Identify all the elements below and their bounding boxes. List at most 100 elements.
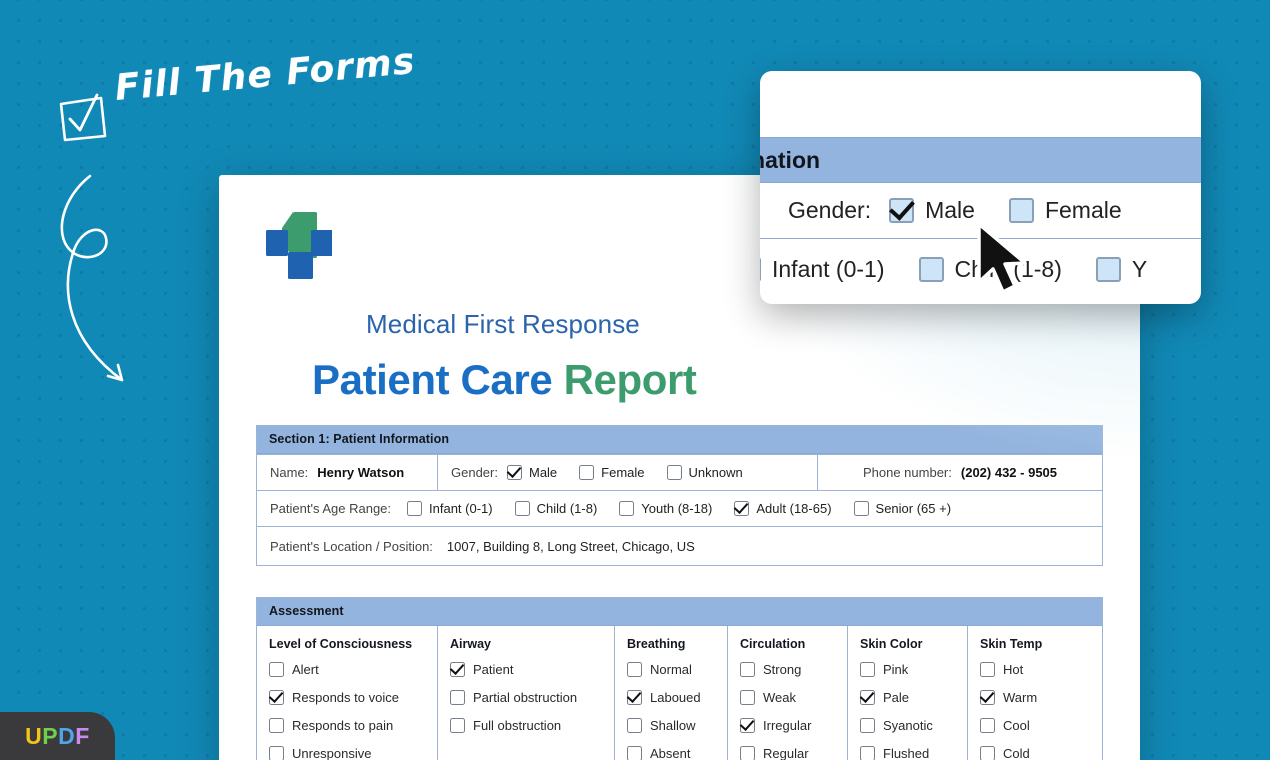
item-label: Shallow bbox=[650, 718, 696, 733]
magnified-age-child-checkbox[interactable] bbox=[918, 256, 944, 282]
age-youth-checkbox[interactable] bbox=[619, 501, 635, 516]
skin-color-pink-checkbox[interactable] bbox=[860, 662, 875, 677]
gender-female-checkbox[interactable] bbox=[579, 465, 595, 480]
circulation-strong-checkbox[interactable] bbox=[740, 662, 755, 677]
assessment-item[interactable]: Strong bbox=[740, 662, 835, 677]
loc-alert-checkbox[interactable] bbox=[269, 662, 284, 677]
assessment-item[interactable]: Pale bbox=[860, 690, 955, 705]
assessment-item[interactable]: Alert bbox=[269, 662, 425, 677]
breathing-laboued-checkbox[interactable] bbox=[627, 690, 642, 705]
loc-responds-pain-checkbox[interactable] bbox=[269, 718, 284, 733]
magnified-age-option-infant[interactable]: Infant (0-1) bbox=[760, 256, 885, 283]
loc-unresponsive-checkbox[interactable] bbox=[269, 746, 284, 760]
age-option-infant[interactable]: Infant (0-1) bbox=[407, 501, 493, 516]
assessment-item[interactable]: Warm bbox=[980, 690, 1090, 705]
magnified-gender-male-checkbox[interactable] bbox=[889, 198, 915, 223]
skin-color-pale-checkbox[interactable] bbox=[860, 690, 875, 705]
skin-color-flushed-checkbox[interactable] bbox=[860, 746, 875, 760]
page-title: Patient Care Report bbox=[312, 356, 697, 404]
airway-full-obstruction-checkbox[interactable] bbox=[450, 718, 465, 733]
gender-option-unknown[interactable]: Unknown bbox=[666, 465, 743, 480]
assessment-item[interactable]: Irregular bbox=[740, 718, 835, 733]
skin-temp-cold-checkbox[interactable] bbox=[980, 746, 995, 760]
page-title-part1: Patient Care bbox=[312, 356, 564, 403]
item-label: Syanotic bbox=[883, 718, 933, 733]
location-value: 1007, Building 8, Long Street, Chicago, … bbox=[446, 538, 695, 554]
assessment-item[interactable]: Absent bbox=[627, 746, 715, 760]
age-option-senior[interactable]: Senior (65 +) bbox=[853, 501, 951, 516]
loc-responds-voice-checkbox[interactable] bbox=[269, 690, 284, 705]
age-option-adult[interactable]: Adult (18-65) bbox=[734, 501, 832, 516]
col-title: Skin Color bbox=[860, 637, 923, 651]
gender-field: Gender: Male Female Unknown bbox=[437, 455, 817, 490]
assessment-item[interactable]: Normal bbox=[627, 662, 715, 677]
assessment-item[interactable]: Full obstruction bbox=[450, 718, 602, 733]
age-option-youth[interactable]: Youth (8-18) bbox=[619, 501, 712, 516]
magnified-age-infant-checkbox[interactable] bbox=[760, 256, 761, 282]
location-field[interactable]: Patient's Location / Position: 1007, Bui… bbox=[257, 527, 1102, 565]
assessment-item[interactable]: Shallow bbox=[627, 718, 715, 733]
circulation-irregular-checkbox[interactable] bbox=[740, 718, 755, 733]
phone-value: (202) 432 - 9505 bbox=[960, 465, 1058, 480]
phone-label: Phone number: bbox=[862, 465, 952, 480]
item-label: Patient bbox=[473, 662, 514, 677]
breathing-absent-checkbox[interactable] bbox=[627, 746, 642, 760]
age-child-checkbox[interactable] bbox=[514, 501, 530, 516]
age-infant-checkbox[interactable] bbox=[407, 501, 423, 516]
item-label: Absent bbox=[650, 746, 691, 760]
magnified-age-youth-checkbox[interactable] bbox=[1095, 256, 1121, 282]
skin-temp-hot-checkbox[interactable] bbox=[980, 662, 995, 677]
item-label: Full obstruction bbox=[473, 718, 562, 733]
breathing-shallow-checkbox[interactable] bbox=[627, 718, 642, 733]
age-youth-label: Youth (8-18) bbox=[641, 501, 713, 516]
airway-partial-obstruction-checkbox[interactable] bbox=[450, 690, 465, 705]
item-label: Strong bbox=[763, 662, 802, 677]
skin-color-syanotic-checkbox[interactable] bbox=[860, 718, 875, 733]
gender-male-checkbox[interactable] bbox=[506, 465, 522, 480]
assessment-item[interactable]: Responds to voice bbox=[269, 690, 425, 705]
assessment-item[interactable]: Syanotic bbox=[860, 718, 955, 733]
age-adult-label: Adult (18-65) bbox=[756, 501, 832, 516]
breathing-normal-checkbox[interactable] bbox=[627, 662, 642, 677]
skin-temp-warm-checkbox[interactable] bbox=[980, 690, 995, 705]
age-option-child[interactable]: Child (1-8) bbox=[514, 501, 597, 516]
item-label: Weak bbox=[763, 690, 796, 705]
assessment-item[interactable]: Patient bbox=[450, 662, 602, 677]
gender-option-female[interactable]: Female bbox=[579, 465, 645, 480]
skin-temp-cool-checkbox[interactable] bbox=[980, 718, 995, 733]
assessment-item[interactable]: Pink bbox=[860, 662, 955, 677]
assessment-item[interactable]: Hot bbox=[980, 662, 1090, 677]
age-adult-checkbox[interactable] bbox=[734, 501, 750, 516]
assessment-columns: Level of Consciousness Alert Responds to… bbox=[257, 626, 1102, 760]
magnified-gender-option-female[interactable]: Female bbox=[1008, 197, 1122, 224]
assessment-item[interactable]: Regular bbox=[740, 746, 835, 760]
phone-field[interactable]: Phone number: (202) 432 - 9505 bbox=[817, 455, 1102, 490]
gender-option-male[interactable]: Male bbox=[506, 465, 557, 480]
section-1-row-1: Name: Henry Watson Gender: Male Female U… bbox=[257, 454, 1102, 490]
airway-patient-checkbox[interactable] bbox=[450, 662, 465, 677]
assessment-item[interactable]: Partial obstruction bbox=[450, 690, 602, 705]
circulation-regular-checkbox[interactable] bbox=[740, 746, 755, 760]
gender-unknown-checkbox[interactable] bbox=[666, 465, 682, 480]
age-senior-checkbox[interactable] bbox=[853, 501, 869, 516]
magnified-gender-option-male[interactable]: Male bbox=[889, 197, 975, 224]
col-title: Level of Consciousness bbox=[269, 637, 413, 651]
magnified-gender-female-checkbox[interactable] bbox=[1008, 198, 1034, 223]
assessment-item[interactable]: Unresponsive bbox=[269, 746, 425, 760]
magnified-age-option-youth[interactable]: Y bbox=[1095, 255, 1148, 283]
section-1-patient-information: Section 1: Patient Information Name: Hen… bbox=[256, 425, 1103, 566]
item-label: Responds to voice bbox=[292, 690, 399, 705]
section-1-row-3: Patient's Location / Position: 1007, Bui… bbox=[257, 526, 1102, 565]
magnified-age-youth-label: Y bbox=[1131, 255, 1148, 282]
assessment-item[interactable]: Cold bbox=[980, 746, 1090, 760]
assessment-item[interactable]: Weak bbox=[740, 690, 835, 705]
item-label: Laboued bbox=[650, 690, 701, 705]
assessment-item[interactable]: Responds to pain bbox=[269, 718, 425, 733]
circulation-weak-checkbox[interactable] bbox=[740, 690, 755, 705]
assessment-item[interactable]: Cool bbox=[980, 718, 1090, 733]
name-field[interactable]: Name: Henry Watson bbox=[257, 455, 437, 490]
assessment-item[interactable]: Flushed bbox=[860, 746, 955, 760]
age-range-label: Patient's Age Range: bbox=[270, 501, 392, 516]
assessment-item[interactable]: Laboued bbox=[627, 690, 715, 705]
assessment-section: Assessment Level of Consciousness Alert … bbox=[256, 597, 1103, 760]
